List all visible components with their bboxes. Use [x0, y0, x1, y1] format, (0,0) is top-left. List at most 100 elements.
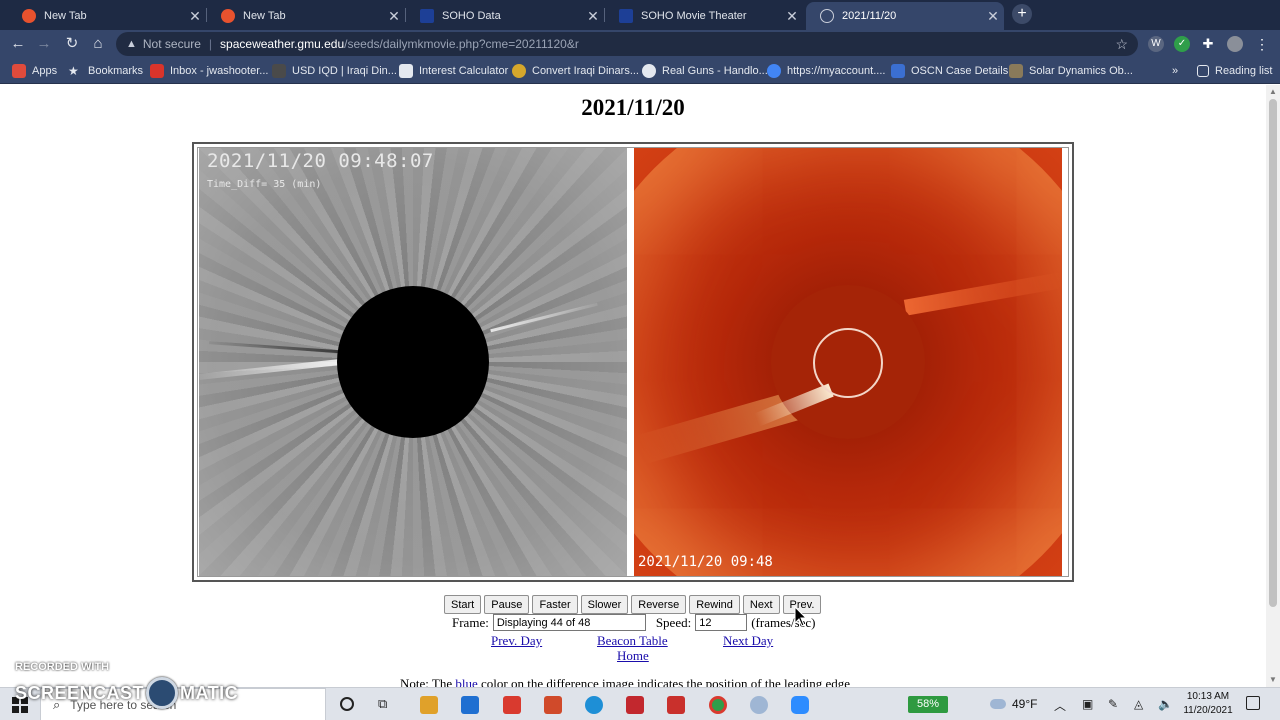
- pause-button[interactable]: Pause: [484, 595, 530, 614]
- bookmarks-overflow-chevron-icon[interactable]: »: [1172, 63, 1178, 79]
- lasco-c3-image: 2021/11/20 09:48: [634, 148, 1062, 576]
- calculator-icon: [399, 64, 413, 78]
- page-scrollbar[interactable]: ▲ ▼: [1266, 85, 1280, 687]
- tab-title: SOHO Data: [442, 10, 501, 22]
- app-s-icon[interactable]: [667, 696, 685, 714]
- tab-soho-movie-theater[interactable]: SOHO Movie Theater ✕: [605, 2, 803, 30]
- tab-soho-data[interactable]: SOHO Data ✕: [406, 2, 604, 30]
- chrome-icon[interactable]: [709, 696, 727, 714]
- address-bar[interactable]: ▲ Not secure | spaceweather.gmu.edu /see…: [116, 32, 1138, 56]
- note-blue-word: blue: [455, 676, 478, 687]
- back-arrow-icon[interactable]: ←: [8, 34, 28, 54]
- security-label[interactable]: Not secure: [143, 37, 201, 51]
- url-host: spaceweather.gmu.edu: [220, 37, 345, 51]
- kebab-menu-icon[interactable]: ⋮: [1254, 36, 1270, 52]
- screencast-logo-icon: [146, 677, 179, 709]
- bookmark-solar-dynamics[interactable]: Solar Dynamics Ob...: [1009, 63, 1133, 79]
- close-tab-icon[interactable]: ✕: [781, 8, 803, 25]
- prev-day-link[interactable]: Prev. Day: [491, 633, 542, 649]
- frame-field[interactable]: [492, 614, 646, 631]
- cme-streak: [490, 302, 598, 333]
- bookmark-oscn-case-details[interactable]: OSCN Case Details: [891, 63, 1008, 79]
- warning-triangle-icon[interactable]: ▲: [126, 38, 137, 50]
- tab-title: 2021/11/20: [842, 10, 897, 22]
- bookmark-real-guns[interactable]: Real Guns - Handlo...: [642, 63, 768, 79]
- occulting-disk: [337, 286, 489, 438]
- faster-button[interactable]: Faster: [532, 595, 578, 614]
- rewind-button[interactable]: Rewind: [689, 595, 740, 614]
- bookmark-interest-calculator[interactable]: Interest Calculator: [399, 63, 508, 79]
- check-extension-icon[interactable]: ✓: [1174, 36, 1190, 52]
- cloud-icon: [990, 699, 1006, 709]
- wifi-icon[interactable]: ◬: [1134, 697, 1143, 711]
- apps-grid-icon: [12, 64, 26, 78]
- tab-active-2021-11-20[interactable]: 2021/11/20 ✕: [806, 2, 1004, 30]
- speed-label: Speed:: [655, 614, 692, 630]
- forward-arrow-icon[interactable]: →: [34, 34, 54, 54]
- reading-list-button[interactable]: Reading list: [1197, 63, 1272, 79]
- scrollbar-thumb[interactable]: [1269, 99, 1277, 607]
- home-link[interactable]: Home: [617, 648, 649, 664]
- home-icon[interactable]: ⌂: [88, 34, 108, 54]
- close-tab-icon[interactable]: ✕: [383, 8, 405, 25]
- bookmark-star-icon[interactable]: ☆: [1115, 36, 1128, 53]
- mail-app-icon[interactable]: [503, 696, 521, 714]
- edge-icon[interactable]: [585, 696, 603, 714]
- access-icon[interactable]: [626, 696, 644, 714]
- new-tab-button[interactable]: +: [1012, 4, 1032, 24]
- beacon-table-link[interactable]: Beacon Table: [597, 633, 668, 649]
- close-tab-icon[interactable]: ✕: [982, 8, 1004, 25]
- store-icon[interactable]: [461, 696, 479, 714]
- bookmark-myaccount[interactable]: https://myaccount....: [767, 63, 885, 79]
- weather-widget[interactable]: 49°F: [990, 697, 1037, 711]
- close-tab-icon[interactable]: ✕: [582, 8, 604, 25]
- tray-chevron-up-icon[interactable]: ︿: [1054, 697, 1066, 714]
- speed-field[interactable]: [695, 614, 748, 631]
- profile-avatar[interactable]: [1227, 36, 1243, 52]
- volume-icon[interactable]: 🔈: [1158, 697, 1173, 711]
- recorder-app-icon[interactable]: [750, 696, 768, 714]
- tab-new-tab-2[interactable]: New Tab ✕: [207, 2, 405, 30]
- puzzle-extensions-icon[interactable]: ✚: [1200, 36, 1216, 52]
- start-button[interactable]: Start: [444, 595, 482, 614]
- bookmark-convert-iraqi-dinars[interactable]: Convert Iraqi Dinars...: [512, 63, 639, 79]
- notification-center-icon[interactable]: [1246, 696, 1260, 710]
- battery-indicator[interactable]: 58%: [908, 696, 948, 713]
- scroll-up-arrow-icon[interactable]: ▲: [1269, 87, 1277, 96]
- next-day-link[interactable]: Next Day: [723, 633, 773, 649]
- task-view-icon[interactable]: ⧉: [378, 696, 387, 712]
- bookmark-inbox[interactable]: Inbox - jwashooter...: [150, 63, 268, 79]
- system-clock[interactable]: 10:13 AM 11/20/2021: [1176, 690, 1240, 718]
- close-tab-icon[interactable]: ✕: [184, 8, 206, 25]
- recorded-with-label: RECORDED WITH: [15, 661, 110, 673]
- bookmark-apps[interactable]: Apps: [12, 63, 57, 79]
- brand-right: MATIC: [180, 682, 239, 703]
- reload-icon[interactable]: ↻: [62, 34, 82, 54]
- tab-new-tab-1[interactable]: New Tab ✕: [8, 2, 206, 30]
- bookmark-usd-iqd[interactable]: USD IQD | Iraqi Din...: [272, 63, 397, 79]
- bookmark-label: Convert Iraqi Dinars...: [532, 65, 639, 77]
- bookmark-label: Real Guns - Handlo...: [662, 65, 768, 77]
- w-extension-icon[interactable]: W: [1148, 36, 1164, 52]
- cortana-icon[interactable]: [340, 697, 354, 711]
- pen-icon[interactable]: ✎: [1108, 697, 1118, 711]
- next-button[interactable]: Next: [742, 595, 780, 614]
- file-explorer-icon[interactable]: [420, 696, 438, 714]
- oscn-icon: [891, 64, 905, 78]
- globe-icon: [642, 64, 656, 78]
- mouse-pointer-icon: [794, 606, 808, 627]
- zoom-icon[interactable]: [791, 696, 809, 714]
- bookmark-label: Bookmarks: [88, 65, 144, 77]
- frame-label: Frame:: [452, 614, 489, 630]
- slower-button[interactable]: Slower: [580, 595, 629, 614]
- brave-favicon-icon: [22, 9, 36, 23]
- clock-date: 11/20/2021: [1183, 705, 1233, 716]
- bookmark-bookmarks[interactable]: ★ Bookmarks: [68, 63, 143, 79]
- temperature: 49°F: [1012, 697, 1038, 711]
- gmail-icon: [150, 64, 164, 78]
- bookmark-label: USD IQD | Iraqi Din...: [292, 65, 397, 77]
- meet-now-icon[interactable]: ▣: [1082, 697, 1093, 711]
- document-app-icon[interactable]: [544, 696, 562, 714]
- scroll-down-arrow-icon[interactable]: ▼: [1269, 675, 1277, 684]
- reverse-button[interactable]: Reverse: [631, 595, 687, 614]
